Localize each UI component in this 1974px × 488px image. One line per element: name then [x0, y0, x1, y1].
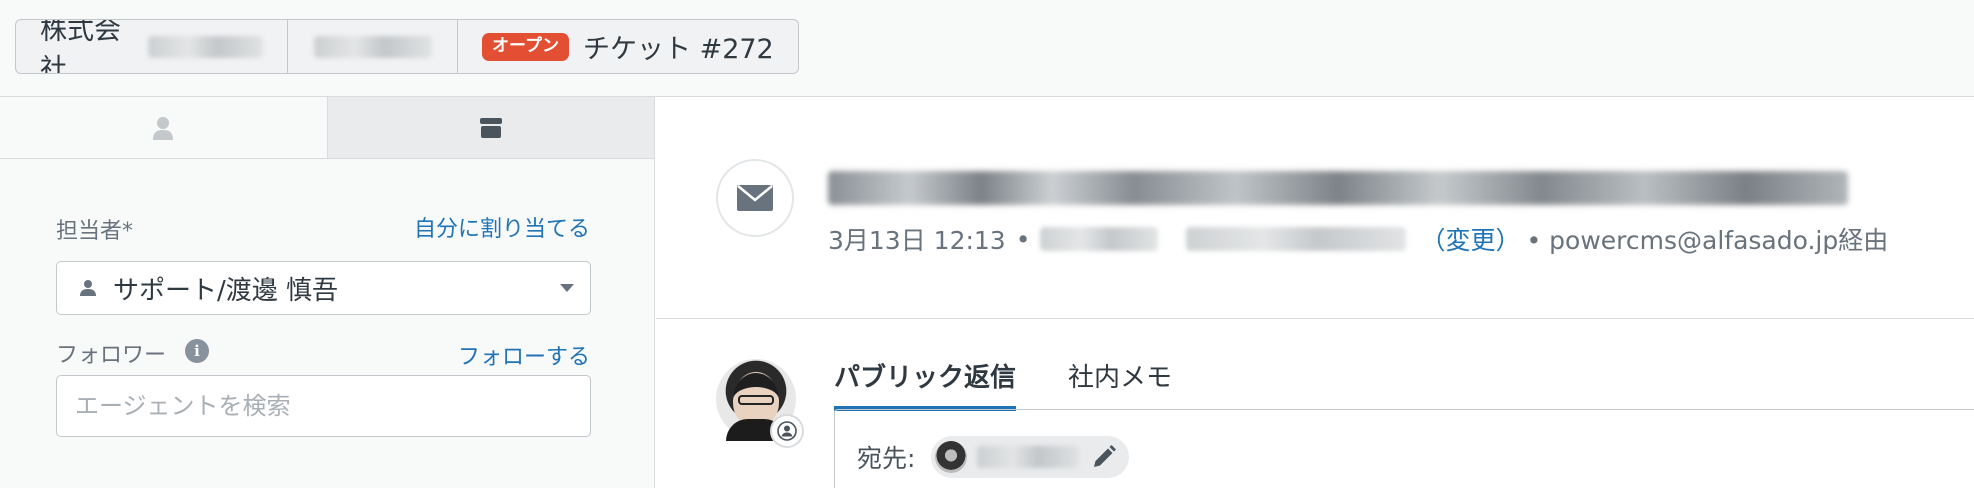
- assign-to-self-link[interactable]: 自分に割り当てる: [414, 211, 590, 243]
- ticket-header: 3月13日 12:13 • （変更） • powercms@alfasado.j…: [656, 97, 1974, 319]
- redacted-requester-email: [1186, 227, 1407, 251]
- ticket-properties-sidebar: 担当者* 自分に割り当てる サポート/渡邊 慎吾 フォロワー i フォローする: [0, 97, 655, 488]
- recipient-chip[interactable]: [931, 436, 1130, 478]
- to-label: 宛先:: [857, 444, 916, 473]
- avatar-glasses: [738, 395, 774, 405]
- agent-role-badge: [770, 414, 804, 448]
- change-requester-link[interactable]: （変更）: [1420, 221, 1520, 257]
- redacted-subject: [828, 171, 1848, 205]
- breadcrumb-organization[interactable]: 株式会社: [16, 20, 288, 73]
- status-badge: オープン: [482, 32, 569, 61]
- tab-internal-note[interactable]: 社内メモ: [1068, 349, 1172, 411]
- meta-separator: •: [1015, 224, 1031, 254]
- envelope-icon: [737, 185, 773, 211]
- ticket-label: チケット #272: [582, 34, 774, 65]
- sidebar-tabs: [0, 97, 654, 159]
- tab-archive[interactable]: [326, 97, 654, 158]
- assignee-label: 担当者*: [56, 219, 134, 244]
- recipient-avatar: [935, 441, 968, 473]
- tab-public-reply[interactable]: パブリック返信: [834, 349, 1017, 411]
- info-icon[interactable]: i: [185, 339, 209, 363]
- composer-tabs: パブリック返信 社内メモ: [834, 349, 1224, 411]
- assignee-value: サポート/渡邊 慎吾: [113, 275, 339, 306]
- breadcrumb-ticket[interactable]: オープン チケット #272: [458, 20, 798, 73]
- user-icon: [153, 116, 174, 140]
- assignee-select[interactable]: サポート/渡邊 慎吾: [56, 261, 591, 315]
- via-channel: • powercms@alfasado.jp経由: [1526, 226, 1889, 255]
- reply-editor[interactable]: 宛先:: [834, 409, 1974, 488]
- organization-name: 株式会社: [40, 19, 121, 74]
- tab-user[interactable]: [0, 97, 327, 158]
- breadcrumb-requester[interactable]: [288, 20, 458, 73]
- redacted-organization-suffix: [147, 35, 263, 58]
- ticket-meta: 3月13日 12:13 • （変更） • powercms@alfasado.j…: [828, 221, 1888, 257]
- redacted-requester-name: [313, 35, 432, 58]
- followers-label: フォロワー: [56, 343, 167, 368]
- recipient-row: 宛先:: [857, 436, 1130, 478]
- breadcrumb: 株式会社 オープン チケット #272: [15, 19, 799, 74]
- pencil-icon[interactable]: [1091, 444, 1117, 470]
- ticket-subject: [828, 171, 1848, 207]
- chevron-down-icon: [560, 284, 574, 292]
- ticket-main: 3月13日 12:13 • （変更） • powercms@alfasado.j…: [656, 97, 1974, 488]
- archive-icon: [479, 117, 502, 138]
- redacted-requester: [1040, 227, 1159, 251]
- follow-link[interactable]: フォローする: [458, 339, 590, 371]
- top-bar: 株式会社 オープン チケット #272: [0, 0, 1974, 97]
- person-icon: [80, 280, 96, 296]
- agent-search-input[interactable]: [56, 375, 591, 437]
- agent-avatar[interactable]: [716, 359, 804, 448]
- ticket-datetime: 3月13日 12:13: [828, 226, 1006, 255]
- redacted-recipient-name: [977, 446, 1080, 468]
- person-circle-icon: [777, 421, 797, 441]
- email-channel-badge: [716, 159, 794, 237]
